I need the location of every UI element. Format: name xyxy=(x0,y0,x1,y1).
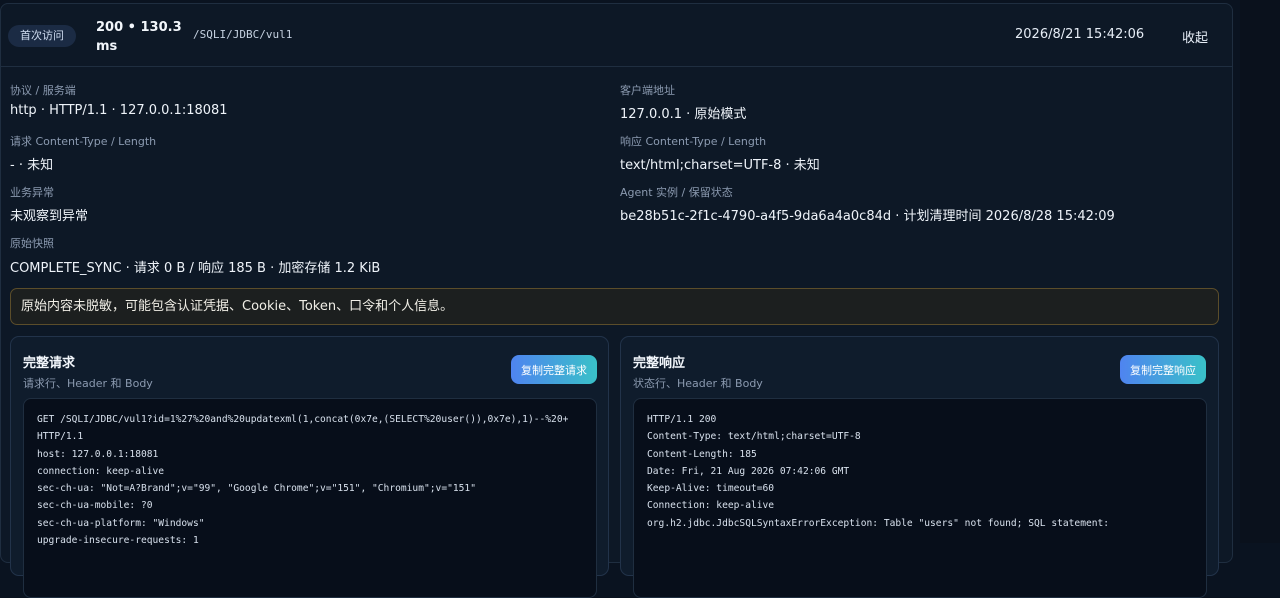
first-visit-badge: 首次访问 xyxy=(8,25,76,47)
status-duration: 200 • 130.3 ms xyxy=(96,20,182,54)
agent-instance-label: Agent 实例 / 保留状态 xyxy=(620,186,733,199)
full-response-subtitle: 状态行、Header 和 Body xyxy=(633,377,763,390)
protocol-label: 协议 / 服务端 xyxy=(10,84,76,97)
collapse-button[interactable]: 收起 xyxy=(1182,27,1208,46)
code-line: sec-ch-ua-platform: "Windows" xyxy=(37,517,205,529)
code-line: Keep-Alive: timeout=60 xyxy=(647,483,775,495)
request-code-block[interactable]: GET /SQLI/JDBC/vul1?id=1%27%20and%20upda… xyxy=(23,398,597,598)
response-content-type-label: 响应 Content-Type / Length xyxy=(620,135,767,148)
raw-snapshot-label: 原始快照 xyxy=(10,237,54,250)
code-line: host: 127.0.0.1:18081 xyxy=(37,448,159,460)
request-timestamp: 2026/8/21 15:42:06 xyxy=(1015,27,1145,42)
response-content-type-value: text/html;charset=UTF-8 · 未知 xyxy=(620,158,820,173)
full-request-card: 完整请求 请求行、Header 和 Body 复制完整请求 GET /SQLI/… xyxy=(10,336,609,598)
client-address-label: 客户端地址 xyxy=(620,84,675,97)
agent-instance-value: be28b51c-2f1c-4790-a4f5-9da6a4a0c84d · 计… xyxy=(620,209,1115,224)
request-detail-panel: 首次访问 200 • 130.3 ms /SQLI/JDBC/vul1 2026… xyxy=(0,3,1233,598)
code-line: org.h2.jdbc.JdbcSQLSyntaxErrorException:… xyxy=(647,517,1110,529)
raw-snapshot-value: COMPLETE_SYNC · 请求 0 B / 响应 185 B · 加密存储… xyxy=(10,261,381,276)
code-line: Date: Fri, 21 Aug 2026 07:42:06 GMT xyxy=(647,465,850,477)
code-line: sec-ch-ua-mobile: ?0 xyxy=(37,500,153,512)
request-content-type-label: 请求 Content-Type / Length xyxy=(10,135,157,148)
response-code-block[interactable]: HTTP/1.1 200 Content-Type: text/html;cha… xyxy=(633,398,1207,598)
code-line: HTTP/1.1 xyxy=(37,431,84,443)
code-line: GET /SQLI/JDBC/vul1?id=1%27%20and%20upda… xyxy=(37,414,569,425)
code-line: Content-Type: text/html;charset=UTF-8 xyxy=(647,431,861,443)
business-anomaly-value: 未观察到异常 xyxy=(10,209,89,224)
code-line: Connection: keep-alive xyxy=(647,500,775,512)
full-response-title: 完整响应 xyxy=(633,356,686,371)
code-line: HTTP/1.1 200 xyxy=(647,414,717,425)
request-content-type-value: - · 未知 xyxy=(10,158,54,173)
full-request-title: 完整请求 xyxy=(23,356,76,371)
protocol-value: http · HTTP/1.1 · 127.0.0.1:18081 xyxy=(10,103,228,118)
request-path: /SQLI/JDBC/vul1 xyxy=(193,28,293,41)
code-line: upgrade-insecure-requests: 1 xyxy=(37,535,199,547)
sensitive-data-warning: 原始内容未脱敏，可能包含认证凭据、Cookie、Token、口令和个人信息。 xyxy=(10,288,1219,325)
copy-full-request-button[interactable]: 复制完整请求 xyxy=(511,355,597,384)
business-anomaly-label: 业务异常 xyxy=(10,186,54,199)
panel-header: 首次访问 200 • 130.3 ms /SQLI/JDBC/vul1 2026… xyxy=(1,4,1232,67)
full-response-card: 完整响应 状态行、Header 和 Body 复制完整响应 HTTP/1.1 2… xyxy=(620,336,1219,598)
full-request-subtitle: 请求行、Header 和 Body xyxy=(23,377,153,390)
code-line: Content-Length: 185 xyxy=(647,448,757,460)
right-edge-area xyxy=(1240,0,1280,543)
code-line: sec-ch-ua: "Not=A?Brand";v="99", "Google… xyxy=(37,483,476,495)
copy-full-response-button[interactable]: 复制完整响应 xyxy=(1120,355,1206,384)
code-line: connection: keep-alive xyxy=(37,465,165,477)
client-address-value: 127.0.0.1 · 原始模式 xyxy=(620,107,747,122)
